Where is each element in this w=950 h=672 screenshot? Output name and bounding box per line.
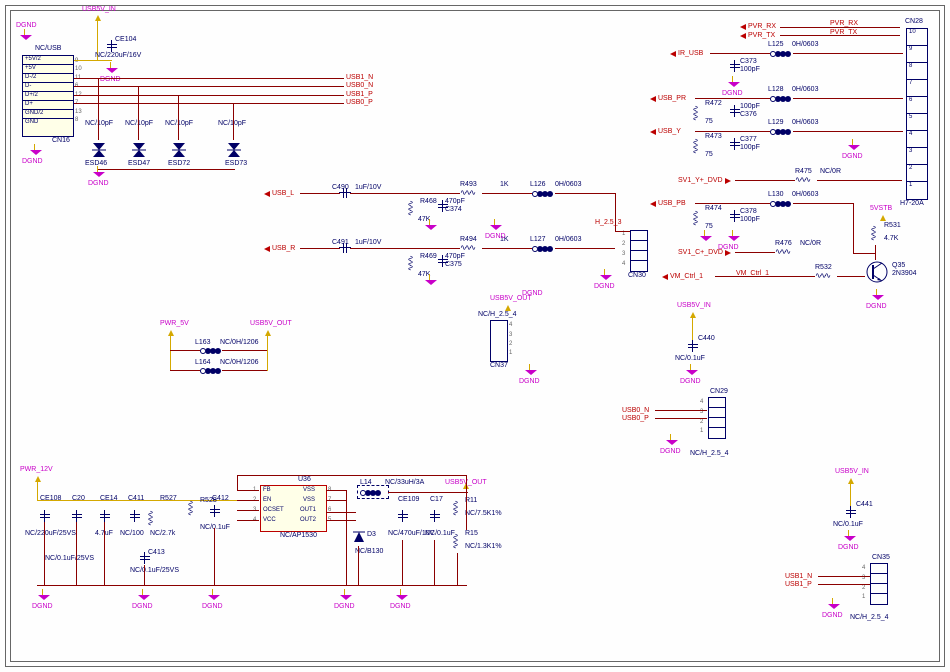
d3 xyxy=(352,528,366,546)
cn16-label: NC/USB xyxy=(35,45,61,52)
esd47 xyxy=(130,140,148,158)
esd73 xyxy=(225,140,243,158)
net-usb0n: USB0_N xyxy=(346,82,373,89)
net-usb1p: USB1_P xyxy=(346,91,373,98)
cn37 xyxy=(490,320,508,362)
gnd xyxy=(20,35,32,39)
inner-border xyxy=(10,10,940,662)
esd46 xyxy=(90,140,108,158)
port-usb-l: USB_L xyxy=(272,190,294,197)
c441 xyxy=(846,506,856,518)
cn29 xyxy=(708,397,726,439)
usb5v-in-label: USB5V_IN xyxy=(82,6,116,13)
port-usb-r: USB_R xyxy=(272,245,295,252)
gnd-label: DGND xyxy=(22,158,43,165)
cn30 xyxy=(630,230,648,272)
q35 xyxy=(865,260,889,284)
gnd xyxy=(30,150,42,154)
net-usb0p: USB0_P xyxy=(346,99,373,106)
cn35 xyxy=(870,563,888,605)
c440 xyxy=(688,340,698,352)
gnd xyxy=(106,68,118,72)
esd72 xyxy=(170,140,188,158)
cn16-ref: CN16 xyxy=(52,137,70,144)
cn16: +5V/2 +5V D-/2 D- D+/2 D+ GND/2 GND xyxy=(22,55,74,137)
cn28: 10 9 8 7 6 5 4 3 2 1 xyxy=(906,28,928,200)
net-usb1n: USB1_N xyxy=(346,74,373,81)
pwr-arrow xyxy=(95,15,101,21)
